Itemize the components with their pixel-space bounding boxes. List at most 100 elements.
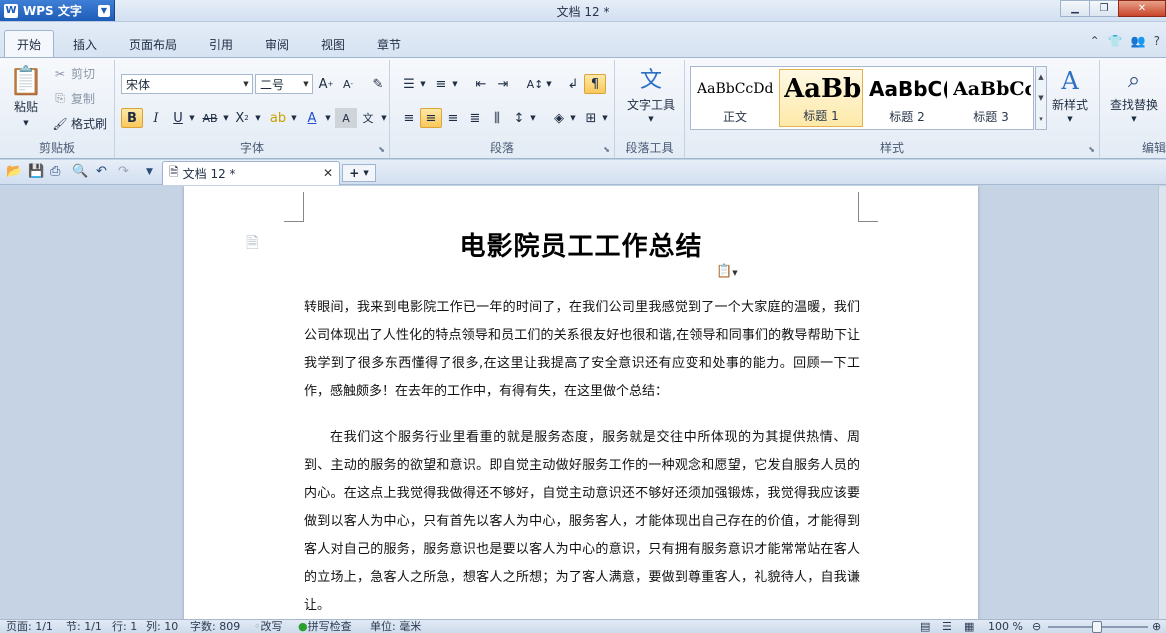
align-left-icon[interactable]: ≡: [398, 108, 420, 128]
format-painter-button[interactable]: 🖌 格式刷: [52, 115, 107, 132]
brush-icon: 🖌: [52, 116, 68, 131]
group-label: 字体: [239, 141, 264, 155]
dialog-launcher-icon[interactable]: ⬊: [378, 145, 385, 154]
tab-page-layout[interactable]: 页面布局: [118, 30, 188, 58]
document-tab[interactable]: 🗎 文档 12 * ✕: [162, 161, 340, 185]
skin-icon[interactable]: 👕: [1108, 34, 1123, 48]
zoom-slider[interactable]: [1048, 621, 1148, 633]
zoom-slider-thumb[interactable]: [1092, 621, 1102, 633]
chevron-down-icon[interactable]: ▼: [538, 74, 560, 94]
show-marks-icon[interactable]: ↲: [562, 74, 584, 94]
tab-section[interactable]: 章节: [364, 30, 414, 58]
justify-icon[interactable]: ≣: [464, 108, 486, 128]
tab-insert[interactable]: 插入: [60, 30, 110, 58]
grow-font-icon[interactable]: A +: [315, 74, 337, 94]
clear-format-icon[interactable]: ✎: [367, 74, 389, 94]
web-view-icon[interactable]: ▦: [964, 620, 974, 633]
paste-options-icon[interactable]: 📋▼: [716, 264, 738, 279]
collapse-ribbon-icon[interactable]: ⌃: [1090, 34, 1100, 48]
edit-group: ⌕ 查找替换 ▼ 编辑: [1100, 60, 1166, 158]
style-item-normal[interactable]: AaBbCcDd 正文: [693, 69, 777, 127]
style-item-heading-3[interactable]: AaBbCc 标题 3: [949, 69, 1033, 127]
restore-button[interactable]: ❐: [1089, 0, 1119, 17]
font-size-select[interactable]: 二号 ▼: [255, 74, 313, 94]
redo-icon[interactable]: ↷: [118, 164, 129, 179]
cut-button[interactable]: ✂ 剪切: [52, 65, 95, 82]
zoom-out-icon[interactable]: ⊖: [1032, 620, 1041, 633]
ribbon-tabs: 开始 插入 页面布局 引用 审阅 视图 章节 ⌃ 👕 👥 ?: [0, 22, 1166, 58]
tab-view[interactable]: 视图: [308, 30, 358, 58]
chevron-down-icon[interactable]: ▼: [522, 108, 544, 128]
tab-references[interactable]: 引用: [196, 30, 246, 58]
style-gallery-scroll[interactable]: ▲ ▼ ▾: [1035, 66, 1047, 130]
save-icon[interactable]: 💾: [28, 164, 44, 179]
decrease-indent-icon[interactable]: ⇤: [470, 74, 492, 94]
chevron-down-icon[interactable]: ▼: [1038, 94, 1043, 102]
copy-icon: ⎘: [55, 91, 65, 105]
expand-gallery-icon[interactable]: ▾: [1039, 115, 1043, 123]
dialog-launcher-icon[interactable]: ⬊: [603, 145, 610, 154]
outline-view-icon[interactable]: ☰: [942, 620, 952, 633]
char-shading-icon[interactable]: A: [335, 108, 357, 128]
overwrite-toggle[interactable]: ◦改写: [254, 620, 283, 633]
copy-button[interactable]: ⎘ 复制: [52, 90, 95, 107]
group-label: 段落工具: [625, 141, 674, 155]
user-icon[interactable]: 👥: [1131, 34, 1146, 48]
status-unit[interactable]: 单位: 毫米: [370, 620, 421, 633]
align-center-icon[interactable]: ≡: [420, 108, 442, 128]
minimize-button[interactable]: ▁: [1060, 0, 1090, 17]
help-icon[interactable]: ?: [1154, 34, 1160, 48]
new-tab-button[interactable]: + ▼: [342, 164, 376, 182]
page-view-icon[interactable]: ▤: [920, 620, 930, 633]
group-label: 段落: [489, 141, 514, 155]
crop-mark: [858, 192, 878, 222]
status-bar: 页面: 1/1 节: 1/1 行: 1 列: 10 字数: 809 ◦改写 ●拼…: [0, 619, 1166, 633]
text-tools-button[interactable]: 文 文字工具 ▼: [623, 66, 679, 123]
document-icon: 🗎: [169, 165, 179, 179]
find-replace-button[interactable]: ⌕ 查找替换 ▼: [1106, 66, 1162, 123]
document-page[interactable]: 🗎 电影院员工工作总结 📋▼ 转眼间，我来到电影院工作已一年的时间了，在我们公司…: [184, 186, 978, 619]
zoom-in-icon[interactable]: ⊕: [1152, 620, 1161, 633]
paste-button[interactable]: 📋 粘贴 ▼: [6, 64, 46, 138]
group-label: 样式: [879, 141, 904, 155]
print-preview-icon[interactable]: 🔍: [72, 164, 88, 179]
customize-toolbar-icon[interactable]: ▼: [146, 167, 153, 177]
undo-icon[interactable]: ↶: [96, 164, 107, 179]
chevron-down-icon: ▼: [1131, 115, 1137, 123]
open-icon[interactable]: 📂: [6, 164, 22, 179]
chevron-up-icon[interactable]: ▲: [1038, 73, 1043, 81]
chevron-down-icon[interactable]: ▼: [444, 74, 466, 94]
dialog-launcher-icon[interactable]: ⬊: [1088, 145, 1095, 154]
style-item-heading-1[interactable]: AaBb( 标题 1: [779, 69, 863, 127]
paragraph-group: ☰ ▼ ≡ ▼ ⇤ ⇥ A↕ ▼ ↲ ¶ ≡ ≡ ≡ ≣ ⫼ ↕ ▼ ◈ ▼ ⊞…: [390, 60, 615, 158]
spell-check-toggle[interactable]: ●拼写检查: [298, 620, 352, 633]
italic-button[interactable]: I: [145, 108, 167, 128]
chevron-down-icon[interactable]: ▼: [594, 108, 616, 128]
close-tab-icon[interactable]: ✕: [323, 166, 333, 180]
tab-review[interactable]: 审阅: [252, 30, 302, 58]
shrink-font-icon[interactable]: A-: [337, 74, 359, 94]
print-icon[interactable]: ⎙: [50, 164, 60, 179]
vertical-scrollbar[interactable]: [1158, 186, 1166, 619]
window-title: 文档 12 *: [556, 5, 610, 19]
chevron-down-icon: ▼: [648, 115, 654, 123]
increase-indent-icon[interactable]: ⇥: [492, 74, 514, 94]
paragraph-mark-icon[interactable]: ¶: [584, 74, 606, 94]
status-column: 列: 10: [146, 620, 179, 633]
status-word-count[interactable]: 字数: 809: [190, 620, 240, 633]
chevron-down-icon: ▼: [363, 169, 369, 177]
close-window-button[interactable]: ✕: [1118, 0, 1166, 17]
distribute-icon[interactable]: ⫼: [486, 108, 508, 128]
zoom-level[interactable]: 100 %: [988, 620, 1023, 633]
new-style-button[interactable]: A 新样式 ▼: [1043, 66, 1097, 123]
font-name-select[interactable]: 宋体 ▼: [121, 74, 253, 94]
bold-button[interactable]: B: [121, 108, 143, 128]
tab-home[interactable]: 开始: [4, 30, 54, 58]
style-item-heading-2[interactable]: AaBbC( 标题 2: [865, 69, 949, 127]
scissors-icon: ✂: [54, 66, 66, 81]
document-title: 电影院员工工作总结: [459, 232, 703, 262]
chevron-down-icon: ▼: [243, 80, 249, 88]
align-right-icon[interactable]: ≡: [442, 108, 464, 128]
chevron-down-icon[interactable]: ▼: [247, 108, 269, 128]
document-tab-bar: 📂 💾 ⎙ 🔍 ↶ ↷ ▼ 🗎 文档 12 * ✕ + ▼: [0, 160, 1166, 185]
